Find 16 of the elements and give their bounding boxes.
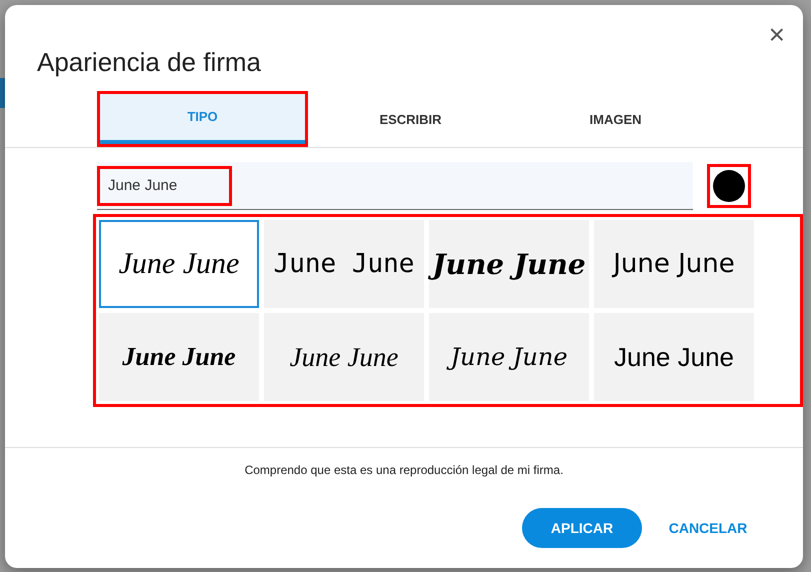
cancel-button[interactable]: CANCELAR [658,508,758,548]
color-swatch[interactable] [713,170,745,202]
signature-option[interactable]: June June [429,220,589,308]
signature-option[interactable]: June June [264,220,424,308]
close-button[interactable]: × [766,21,787,49]
name-field[interactable]: June June [97,162,693,210]
apply-button[interactable]: APLICAR [522,508,642,548]
signature-option[interactable]: June June [99,313,259,401]
signature-option[interactable]: June June [594,313,754,401]
signature-option[interactable]: June June [99,220,259,308]
name-input[interactable]: June June [97,166,232,206]
signature-option[interactable]: June June [264,313,424,401]
signature-option[interactable]: June June [429,313,589,401]
signature-option[interactable]: June June [594,220,754,308]
dialog-title: Apariencia de firma [37,49,261,75]
legal-notice: Comprendo que esta es una reproducción legal de mi firma. [244,463,564,477]
